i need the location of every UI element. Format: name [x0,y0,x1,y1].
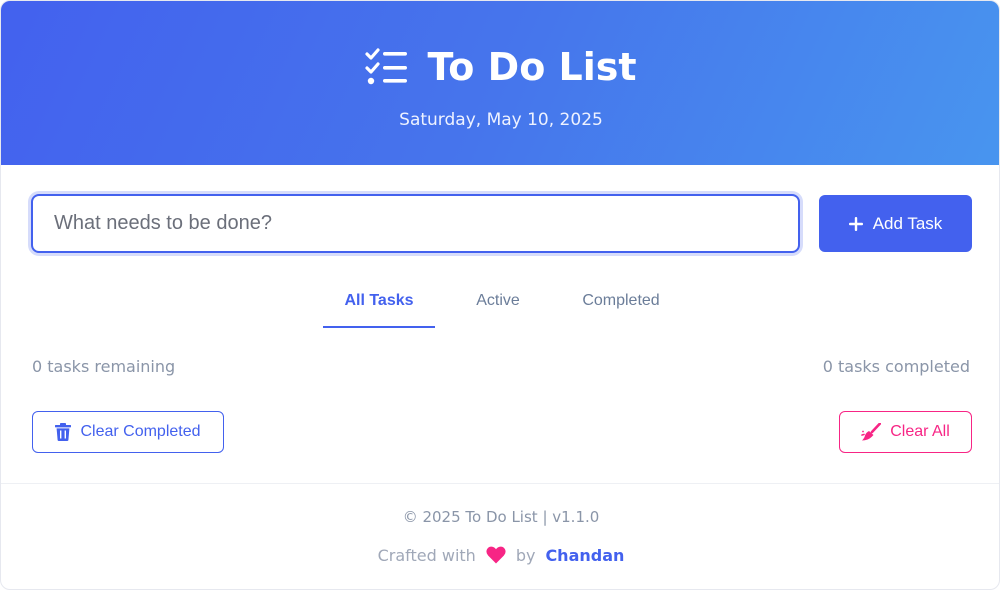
checklist-icon [365,47,409,87]
heart-icon [486,546,506,564]
crafted-with-text: Crafted with [377,545,476,565]
credit-line: Crafted with by Chandan [1,544,999,566]
clear-all-label: Clear All [890,423,950,440]
app-title: To Do List [427,45,637,89]
copyright-text: © 2025 To Do List | v1.1.0 [402,508,600,526]
clear-completed-button[interactable]: Clear Completed [32,411,224,453]
broom-icon [861,423,882,441]
author-name[interactable]: Chandan [545,546,624,565]
add-task-label: Add Task [872,213,943,233]
clear-all-button[interactable]: Clear All [839,411,972,453]
by-text: by [515,545,536,565]
tab-all-tasks[interactable]: All Tasks [323,281,435,328]
title-row: To Do List [1,41,999,93]
footer-divider [1,483,999,484]
tasks-completed-count: 0 tasks completed [822,357,970,376]
filter-tabs: All Tasks Active Completed [1,281,999,329]
trash-icon [55,423,72,441]
tasks-remaining-count: 0 tasks remaining [32,357,176,376]
tab-completed[interactable]: Completed [563,281,679,328]
new-task-input[interactable] [31,194,800,253]
todo-app-card: To Do List Saturday, May 10, 2025 Add Ta… [0,0,1000,590]
clear-completed-label: Clear Completed [80,423,201,440]
add-task-button[interactable]: Add Task [819,195,972,252]
plus-icon [848,216,863,231]
current-date: Saturday, May 10, 2025 [399,110,603,130]
tab-active[interactable]: Active [459,281,537,328]
app-header: To Do List Saturday, May 10, 2025 [1,1,999,165]
